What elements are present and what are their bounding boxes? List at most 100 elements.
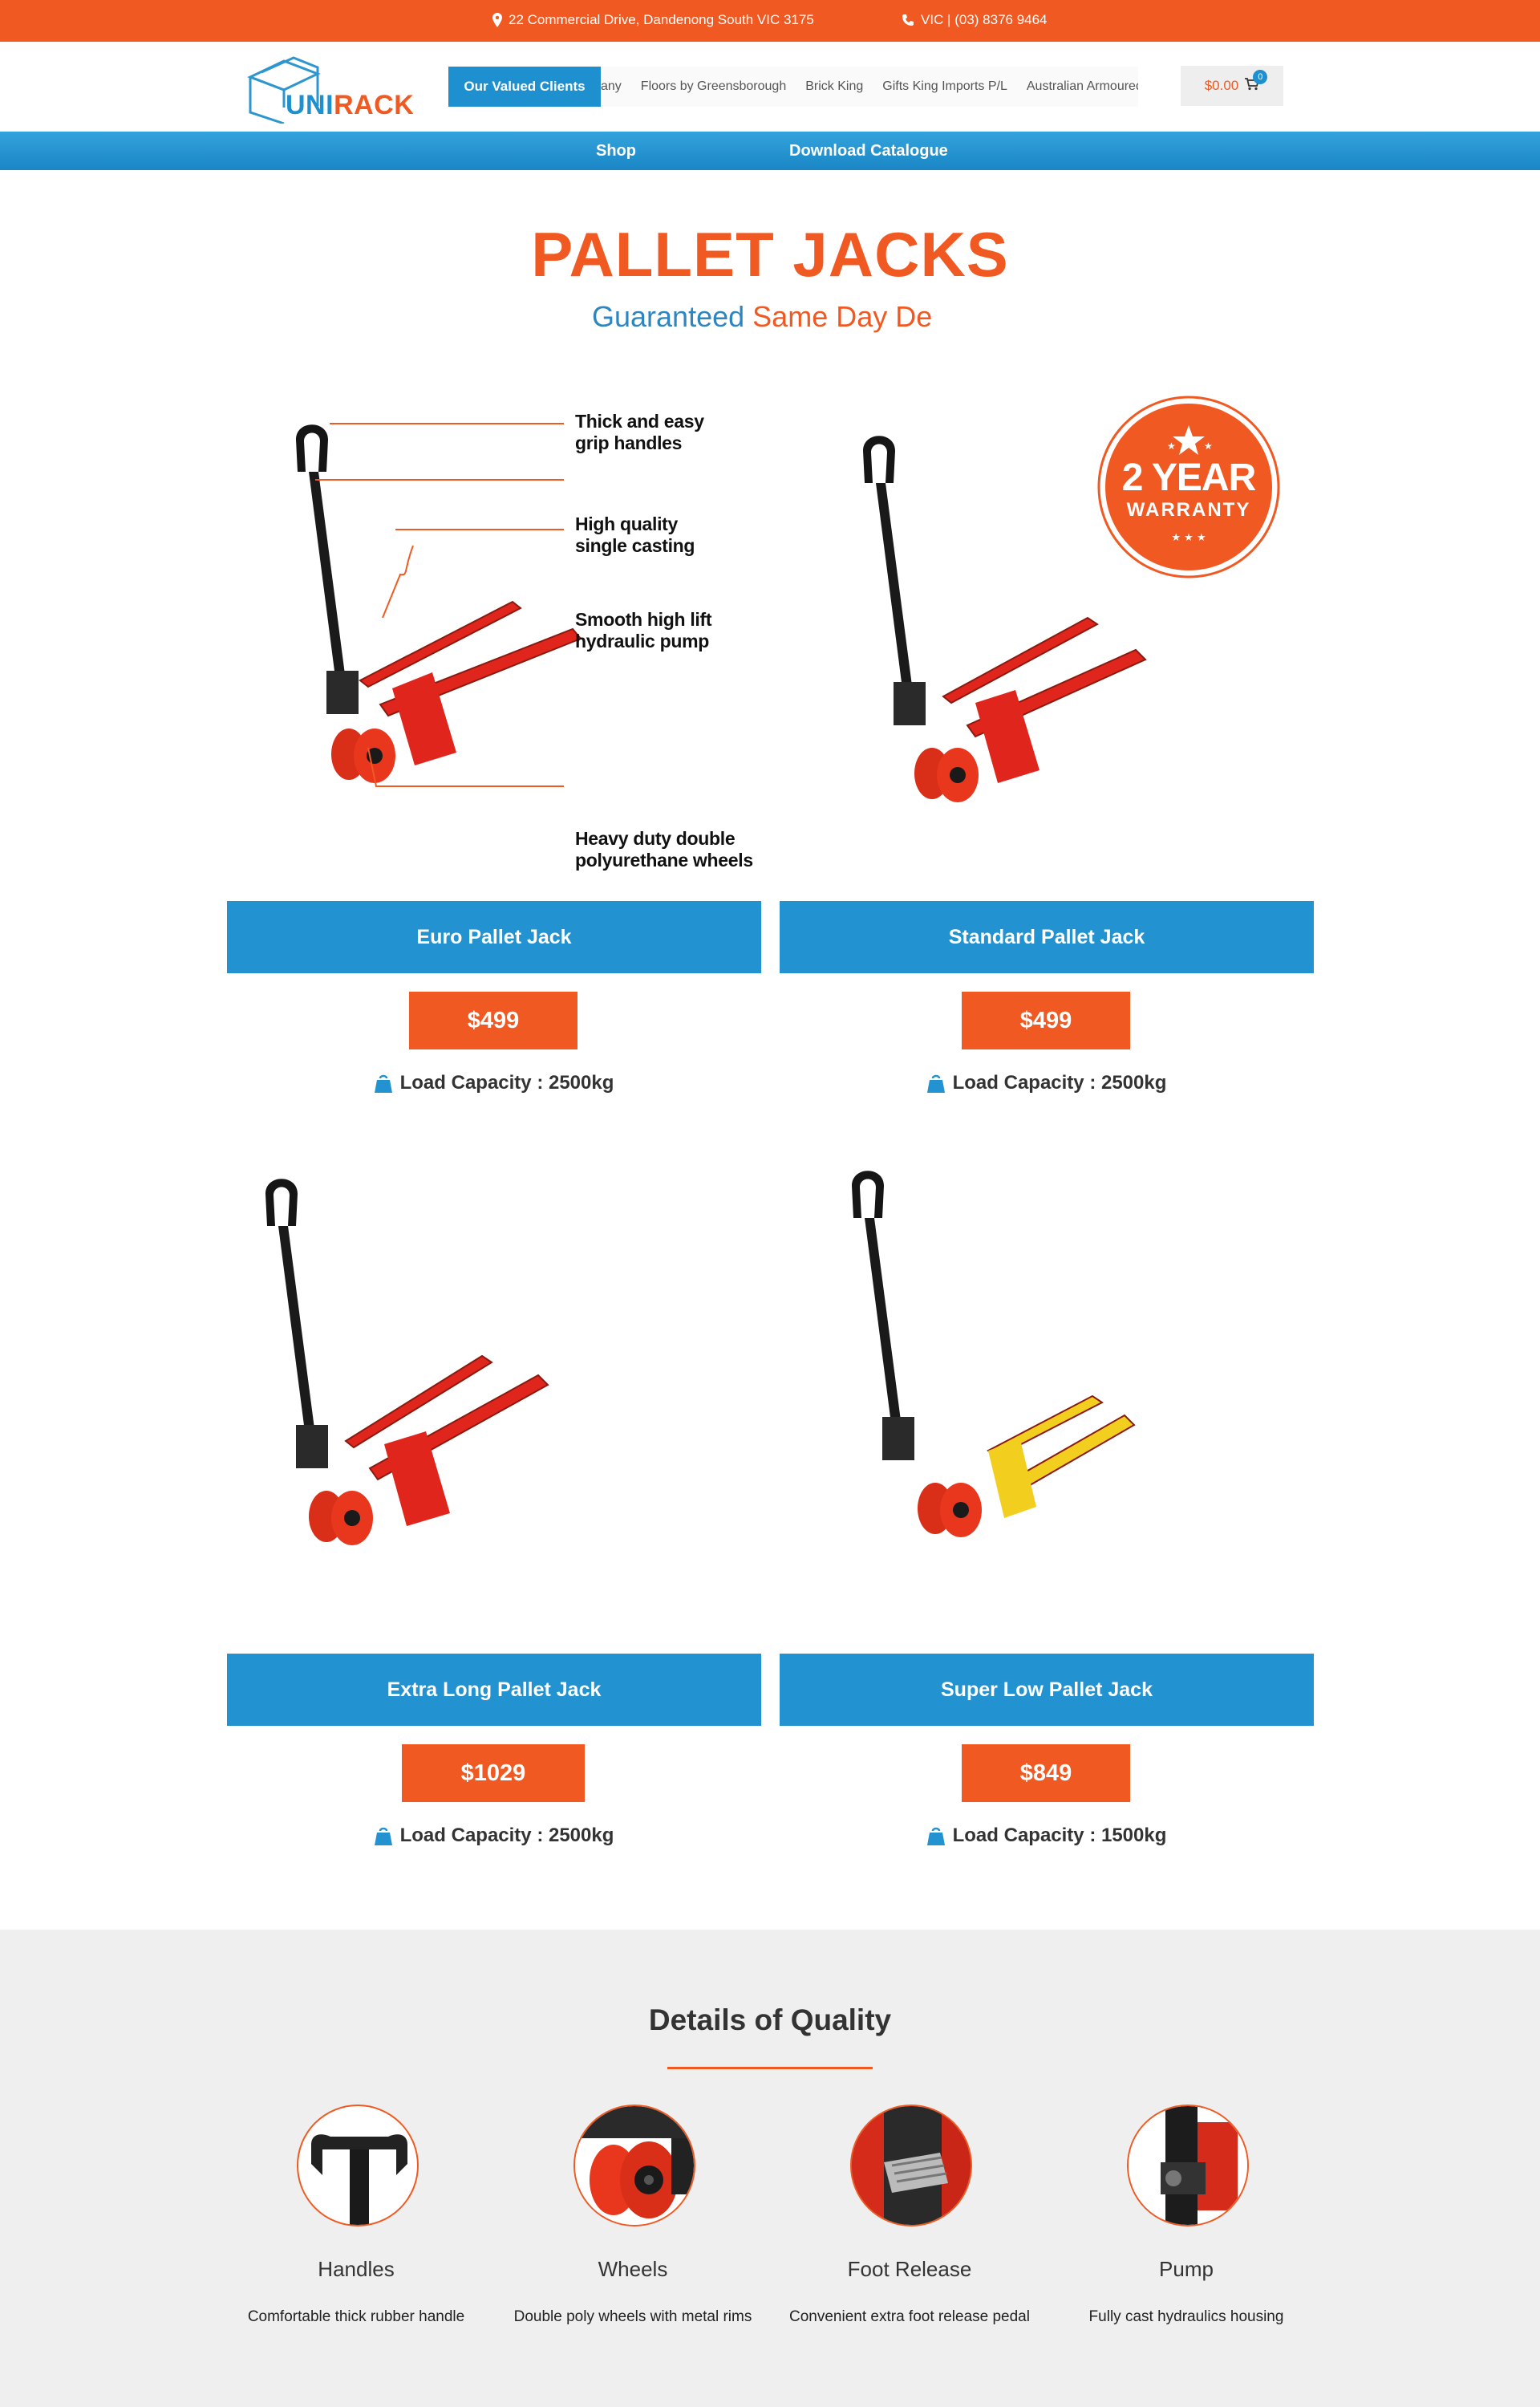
callout-handles: Thick and easy grip handles bbox=[575, 411, 704, 453]
price-button[interactable]: $499 bbox=[962, 992, 1130, 1049]
jack-wheel-hub bbox=[950, 767, 966, 783]
warranty-badge: ★ ★ ★ ★ ★ 2 YEAR WARRANTY bbox=[1096, 395, 1281, 579]
site-header: UNIRACK Our Valued Clients any Floors by… bbox=[0, 42, 1540, 132]
jack-shaft bbox=[278, 1226, 315, 1438]
jack-fork-front bbox=[1011, 1414, 1136, 1492]
product-image[interactable] bbox=[780, 1138, 1314, 1651]
product-card-extra-long[interactable]: Extra Long Pallet Jack $1029 Load Capaci… bbox=[227, 1138, 761, 1860]
product-image[interactable] bbox=[227, 1138, 761, 1651]
handle-icon bbox=[311, 2134, 407, 2225]
product-name[interactable]: Extra Long Pallet Jack bbox=[227, 1654, 761, 1726]
section-title: Details of Quality bbox=[648, 2003, 892, 2036]
client-item: any bbox=[601, 79, 622, 93]
nav-download-catalogue-link[interactable]: Download Catalogue bbox=[789, 132, 948, 170]
product-image[interactable]: Thick and easy grip handles High quality… bbox=[227, 385, 761, 899]
logo-wordmark: UNIRACK bbox=[286, 90, 414, 121]
price-button[interactable]: $849 bbox=[962, 1744, 1130, 1802]
callout-casting: High quality single casting bbox=[575, 513, 695, 556]
client-item: Gifts King Imports P/L bbox=[882, 79, 1007, 93]
svg-text:★ ★ ★: ★ ★ ★ bbox=[1171, 532, 1206, 544]
callout-wheels: Heavy duty double polyurethane wheels bbox=[575, 828, 753, 871]
client-item: Floors by Greensborough bbox=[640, 79, 787, 93]
map-pin-icon bbox=[492, 13, 502, 27]
jack-pump-housing bbox=[882, 1417, 914, 1460]
foot-pedal-icon bbox=[852, 2106, 971, 2225]
subtitle-same-day: Same Day De bbox=[752, 300, 933, 333]
jack-pump-housing bbox=[894, 682, 926, 725]
logo-rack: RACK bbox=[334, 90, 415, 120]
pallet-jack-illustration bbox=[265, 1179, 549, 1545]
load-capacity-text: Load Capacity : 2500kg bbox=[399, 1072, 614, 1094]
price-button[interactable]: $1029 bbox=[402, 1744, 585, 1802]
jack-shaft bbox=[865, 1218, 902, 1430]
main-nav: Shop Download Catalogue bbox=[0, 132, 1540, 170]
foot-release-detail-image bbox=[850, 2105, 972, 2226]
feature-description: Comfortable thick rubber handle bbox=[247, 2308, 465, 2325]
feature-name: Foot Release bbox=[847, 2257, 972, 2281]
jack-group bbox=[265, 1179, 549, 1545]
pump-icon bbox=[1129, 2106, 1247, 2225]
weight-icon bbox=[374, 1074, 392, 1093]
callout-pump: Smooth high lift hydraulic pump bbox=[575, 609, 712, 651]
product-image[interactable]: ★ ★ ★ ★ ★ 2 YEAR WARRANTY bbox=[780, 385, 1314, 899]
jack-handle bbox=[265, 1179, 298, 1226]
jack-shaft bbox=[309, 472, 346, 684]
feature-name: Pump bbox=[1159, 2257, 1214, 2281]
product-card-super-low[interactable]: Super Low Pallet Jack $849 Load Capacity… bbox=[780, 1138, 1314, 1860]
load-capacity: Load Capacity : 1500kg bbox=[780, 1825, 1314, 1847]
jack-shaft bbox=[876, 483, 913, 695]
cart-icon-wrap: 0 bbox=[1245, 69, 1268, 95]
warranty-big-text: 2 YEAR bbox=[1121, 457, 1257, 499]
product-card-standard[interactable]: ★ ★ ★ ★ ★ 2 YEAR WARRANTY Standard Palle… bbox=[780, 385, 1314, 1107]
feature-description: Convenient extra foot release pedal bbox=[789, 2308, 1030, 2325]
jack-pump-housing bbox=[326, 671, 359, 714]
load-capacity: Load Capacity : 2500kg bbox=[227, 1825, 761, 1847]
callout-leader-line bbox=[382, 529, 564, 619]
jack-handle bbox=[863, 436, 895, 483]
handle-detail-image bbox=[297, 2105, 419, 2226]
details-of-quality-section: Details of Quality Handles Comfortable t… bbox=[0, 1930, 1540, 2407]
cart-button[interactable]: $0.00 0 bbox=[1181, 66, 1283, 106]
hero-subtitle: Guaranteed Same Day De bbox=[592, 300, 950, 339]
product-card-euro[interactable]: Thick and easy grip handles High quality… bbox=[227, 385, 761, 1107]
jack-handle bbox=[296, 424, 328, 472]
subtitle-guaranteed: Guaranteed bbox=[592, 300, 745, 333]
price-button[interactable]: $499 bbox=[409, 992, 578, 1049]
nav-shop-link[interactable]: Shop bbox=[596, 132, 636, 170]
jack-wheel-hub bbox=[953, 1502, 969, 1518]
phone-icon bbox=[902, 14, 914, 26]
unirack-logo[interactable]: UNIRACK bbox=[244, 50, 414, 124]
cart-count-badge: 0 bbox=[1253, 69, 1268, 84]
wheel-icon bbox=[575, 2106, 694, 2225]
svg-text:★: ★ bbox=[1167, 440, 1176, 452]
jack-pump-housing bbox=[296, 1425, 328, 1468]
cart-total: $0.00 bbox=[1204, 78, 1239, 93]
phone-text[interactable]: VIC | (03) 8376 9464 bbox=[921, 12, 1048, 28]
address-item: 22 Commercial Drive, Dandenong South VIC… bbox=[492, 12, 814, 28]
feature-description: Double poly wheels with metal rims bbox=[513, 2308, 752, 2325]
jack-group bbox=[296, 424, 582, 783]
product-name[interactable]: Euro Pallet Jack bbox=[227, 901, 761, 973]
pump-detail-image bbox=[1127, 2105, 1249, 2226]
callout-leader-line bbox=[367, 747, 564, 787]
title-divider bbox=[667, 2067, 873, 2069]
svg-text:★: ★ bbox=[1204, 440, 1213, 452]
load-capacity-text: Load Capacity : 1500kg bbox=[952, 1825, 1167, 1846]
weight-icon bbox=[374, 1827, 392, 1845]
feature-description: Fully cast hydraulics housing bbox=[1088, 2308, 1284, 2325]
weight-icon bbox=[926, 1074, 945, 1093]
phone-item[interactable]: VIC | (03) 8376 9464 bbox=[902, 12, 1048, 28]
jack-group bbox=[852, 1171, 1136, 1537]
top-info-bar: 22 Commercial Drive, Dandenong South VIC… bbox=[0, 0, 1540, 42]
product-name[interactable]: Standard Pallet Jack bbox=[780, 901, 1314, 973]
feature-name: Wheels bbox=[598, 2257, 668, 2281]
feature-name: Handles bbox=[318, 2257, 395, 2281]
client-item: Australian Armoured bbox=[1026, 79, 1138, 93]
logo-uni: UNI bbox=[286, 90, 334, 120]
clients-label: Our Valued Clients bbox=[448, 67, 601, 107]
pallet-jack-illustration bbox=[852, 1171, 1136, 1537]
product-name[interactable]: Super Low Pallet Jack bbox=[780, 1654, 1314, 1726]
load-capacity-text: Load Capacity : 2500kg bbox=[399, 1825, 614, 1846]
load-capacity-text: Load Capacity : 2500kg bbox=[952, 1072, 1167, 1094]
load-capacity: Load Capacity : 2500kg bbox=[227, 1072, 761, 1094]
